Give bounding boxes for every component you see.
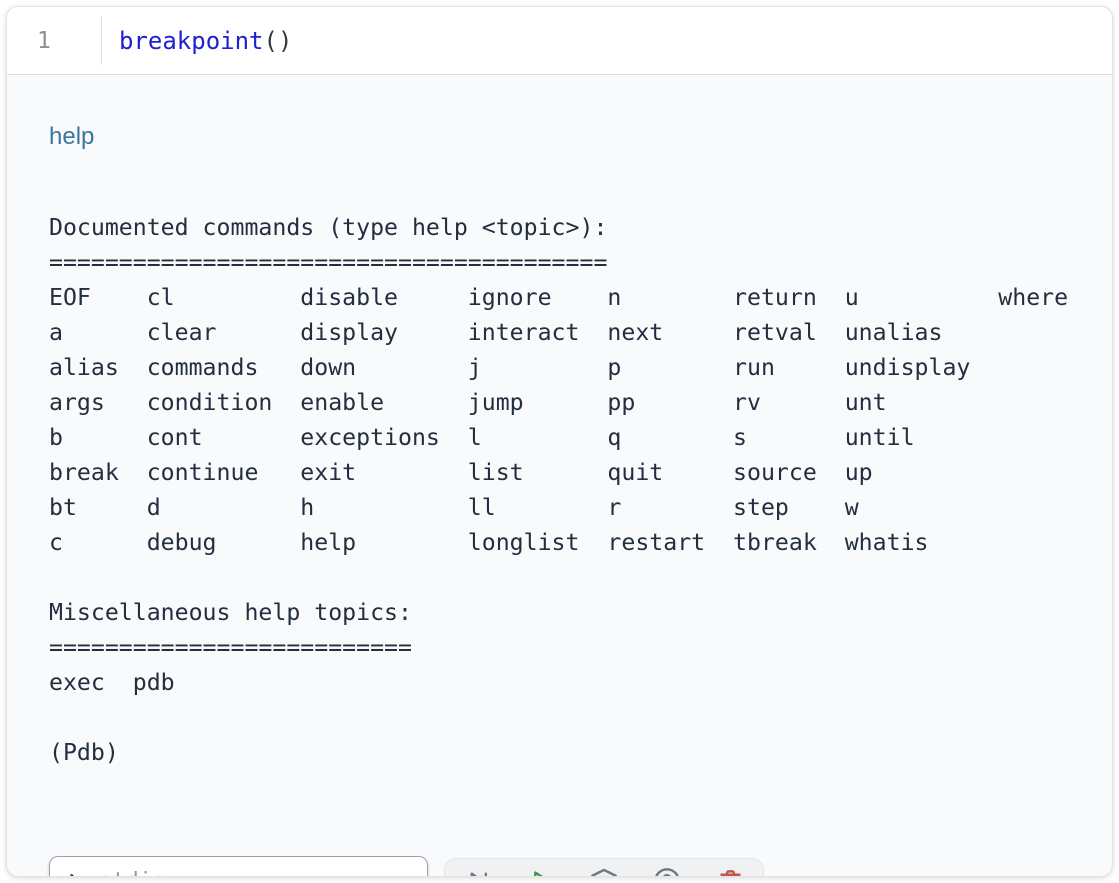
step-forward-button[interactable] bbox=[463, 866, 493, 877]
code-token-punctuation: () bbox=[264, 27, 293, 55]
code-editor[interactable]: 1 breakpoint() bbox=[7, 7, 1112, 75]
line-number: 1 bbox=[7, 28, 101, 54]
clear-button[interactable] bbox=[715, 866, 745, 877]
play-icon bbox=[528, 868, 555, 878]
code-token-builtin: breakpoint bbox=[119, 27, 264, 55]
help-button[interactable] bbox=[652, 866, 682, 877]
stdin-input[interactable] bbox=[97, 868, 413, 878]
stack-button[interactable] bbox=[589, 866, 619, 877]
question-circle-icon bbox=[653, 867, 681, 877]
console-text: Documented commands (type help <topic>):… bbox=[49, 210, 1112, 770]
console-controls bbox=[49, 856, 764, 877]
run-button[interactable] bbox=[526, 866, 556, 877]
skip-forward-icon bbox=[465, 868, 492, 878]
layers-icon bbox=[590, 867, 618, 877]
chevron-right-icon bbox=[64, 871, 84, 877]
python-repl-widget: 1 breakpoint() help Documented commands … bbox=[6, 6, 1113, 877]
trash-icon bbox=[717, 868, 744, 878]
page: 1 breakpoint() help Documented commands … bbox=[0, 0, 1119, 883]
command-echo: help bbox=[49, 122, 1112, 152]
code-line[interactable]: breakpoint() bbox=[102, 27, 292, 55]
console-output: help Documented commands (type help <top… bbox=[7, 75, 1112, 876]
stdin-box[interactable] bbox=[49, 856, 428, 877]
button-group bbox=[444, 858, 764, 878]
